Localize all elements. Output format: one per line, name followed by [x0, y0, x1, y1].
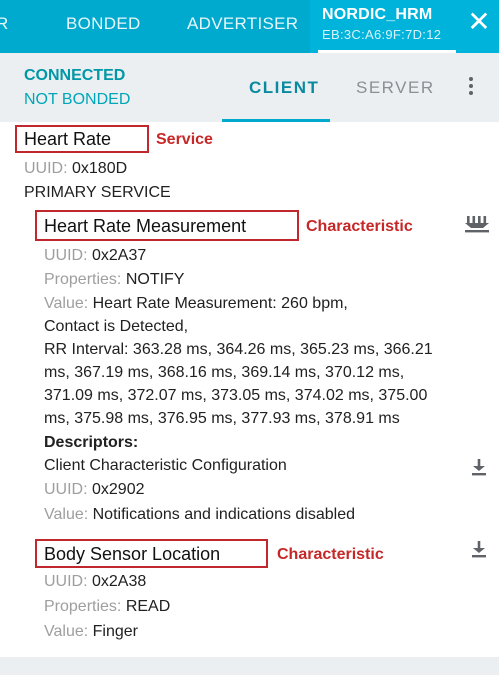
download-arrow-icon[interactable] — [470, 540, 488, 558]
descriptor-value: Value: Notifications and indications dis… — [44, 506, 356, 523]
tab-advertiser[interactable]: ADVERTISER — [187, 14, 298, 34]
characteristic-name-bsl[interactable]: Body Sensor Location — [44, 544, 220, 565]
gatt-content: Heart Rate Service UUID: 0x180D PRIMARY … — [0, 122, 499, 675]
service-uuid: UUID: 0x180D — [24, 160, 128, 177]
value-line: 371.09 ms, 372.07 ms, 373.05 ms, 374.02 … — [44, 387, 428, 404]
notify-arrows-icon[interactable] — [464, 214, 490, 234]
tab-client[interactable]: CLIENT — [249, 78, 319, 98]
value-line: Contact is Detected, — [44, 318, 189, 335]
descriptor-name[interactable]: Client Characteristic Configuration — [44, 457, 287, 475]
value-line: ms, 375.98 ms, 376.95 ms, 377.93 ms, 378… — [44, 410, 400, 427]
connection-status-bar: CONNECTED NOT BONDED CLIENT SERVER — [0, 53, 499, 122]
more-vert-icon[interactable] — [466, 77, 476, 99]
characteristic-value-hrm: Value: Heart Rate Measurement: 260 bpm, — [44, 295, 348, 312]
connection-state: CONNECTED — [24, 67, 126, 84]
characteristic-annotation-hrm: Characteristic — [306, 218, 413, 235]
descriptors-heading: Descriptors: — [44, 434, 139, 451]
descriptor-uuid: UUID: 0x2902 — [44, 481, 145, 498]
service-name[interactable]: Heart Rate — [24, 129, 111, 150]
bottom-divider — [0, 657, 499, 675]
characteristic-value-bsl: Value: Finger — [44, 623, 138, 640]
tab-device[interactable]: NORDIC_HRM EB:3C:A6:9F:7D:12 ✕ — [310, 0, 499, 53]
tab-bonded[interactable]: BONDED — [66, 14, 141, 34]
top-tab-bar: R BONDED ADVERTISER NORDIC_HRM EB:3C:A6:… — [0, 0, 499, 53]
characteristic-uuid-hrm: UUID: 0x2A37 — [44, 247, 147, 264]
characteristic-properties-bsl: Properties: READ — [44, 598, 171, 615]
tab-server[interactable]: SERVER — [356, 78, 435, 98]
close-icon[interactable]: ✕ — [466, 8, 492, 36]
device-name: NORDIC_HRM — [322, 6, 433, 23]
characteristic-properties-hrm: Properties: NOTIFY — [44, 271, 185, 288]
characteristic-uuid-bsl: UUID: 0x2A38 — [44, 573, 147, 590]
device-address: EB:3C:A6:9F:7D:12 — [322, 27, 442, 42]
characteristic-annotation-bsl: Characteristic — [277, 546, 384, 563]
tab-scanner-partial[interactable]: R — [0, 14, 9, 34]
service-type: PRIMARY SERVICE — [24, 184, 171, 201]
characteristic-name-hrm[interactable]: Heart Rate Measurement — [44, 216, 246, 237]
value-line: RR Interval: 363.28 ms, 364.26 ms, 365.2… — [44, 341, 433, 358]
bond-state: NOT BONDED — [24, 91, 131, 108]
download-arrow-icon[interactable] — [470, 458, 488, 476]
value-line: ms, 367.19 ms, 368.16 ms, 369.14 ms, 370… — [44, 364, 405, 381]
service-annotation: Service — [156, 131, 213, 148]
